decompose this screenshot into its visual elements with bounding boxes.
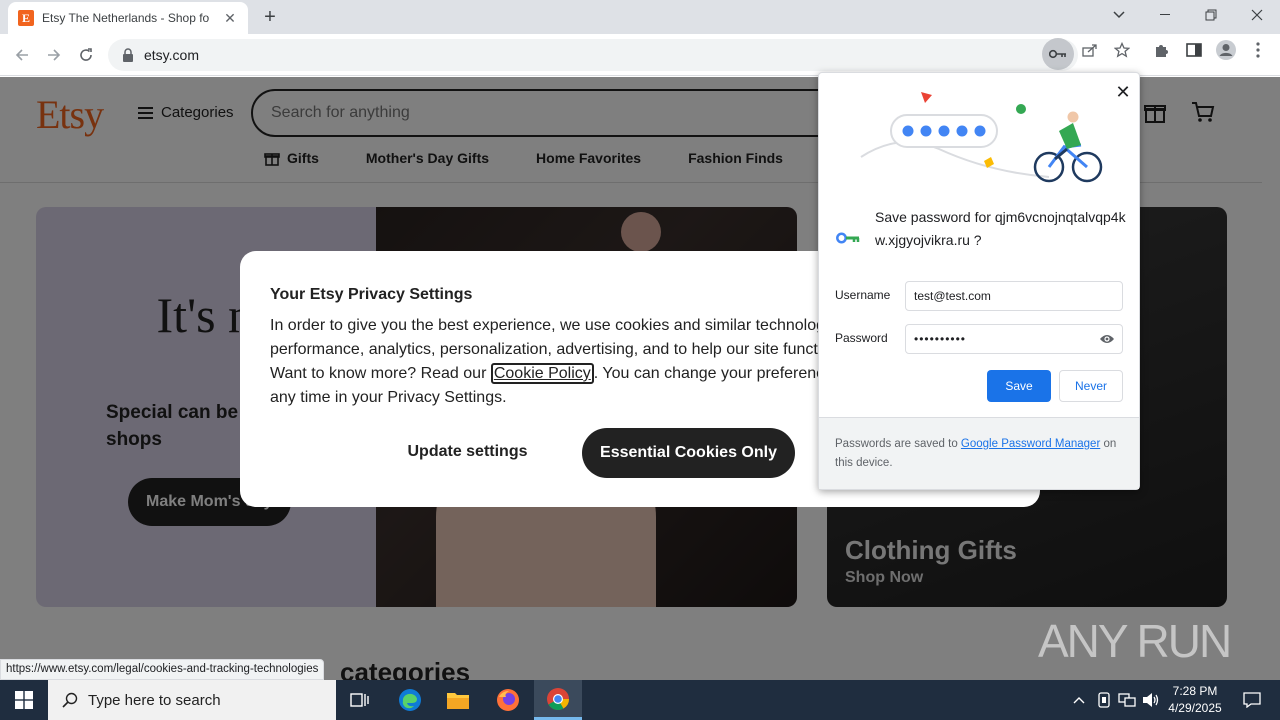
address-bar[interactable]: etsy.com (108, 39, 1078, 71)
chrome-taskbar-icon[interactable] (534, 680, 582, 720)
firefox-icon[interactable] (484, 680, 532, 720)
google-password-manager-link[interactable]: Google Password Manager (961, 438, 1100, 450)
url-text: etsy.com (144, 47, 199, 63)
file-explorer-icon[interactable] (434, 680, 482, 720)
volume-icon[interactable] (1140, 680, 1162, 720)
windows-start-icon[interactable] (0, 680, 48, 720)
username-value: test@test.com (914, 289, 991, 303)
extensions-puzzle-icon[interactable] (1150, 38, 1174, 62)
cookie-policy-link[interactable]: Cookie Policy (490, 363, 594, 384)
update-settings-button[interactable]: Update settings (380, 428, 555, 476)
password-illustration-icon (860, 92, 1103, 183)
taskbar-clock[interactable]: 7:28 PM 4/29/2025 (1162, 683, 1228, 717)
tray-device-icon[interactable] (1094, 680, 1114, 720)
clock-date: 4/29/2025 (1168, 701, 1222, 715)
tab-etsy[interactable]: E Etsy The Netherlands - Shop for handma… (8, 2, 248, 34)
password-field[interactable]: •••••••••• (905, 324, 1123, 354)
anyrun-watermark: ANY RUN (1038, 608, 1238, 674)
network-icon[interactable] (1116, 680, 1138, 720)
side-panel-icon[interactable] (1182, 38, 1206, 62)
footer-text: Passwords are saved to (835, 438, 961, 450)
close-window-button[interactable] (1234, 0, 1280, 30)
username-field[interactable]: test@test.com (905, 281, 1123, 311)
share-icon[interactable] (1078, 38, 1102, 62)
save-password-heading: Save password for qjm6vcnojnqtalvqp4kw.x… (875, 209, 1126, 248)
never-save-button[interactable]: Never (1059, 370, 1123, 402)
taskbar-search-placeholder: Type here to search (88, 691, 221, 709)
username-label: Username (835, 288, 891, 302)
clock-time: 7:28 PM (1172, 684, 1218, 698)
show-password-eye-icon[interactable] (1099, 332, 1115, 346)
minimize-button[interactable] (1142, 0, 1188, 30)
windows-taskbar: Type here to search 7:28 PM 4/29/2025 (0, 680, 1280, 720)
privacy-body: In order to give you the best experience… (270, 314, 870, 410)
password-key-icon[interactable] (1042, 38, 1074, 70)
new-tab-button[interactable]: + (260, 6, 280, 28)
taskbar-search-input[interactable]: Type here to search (48, 680, 336, 720)
password-bubble-footer: Passwords are saved to Google Password M… (819, 417, 1139, 489)
tab-search-icon[interactable] (1096, 0, 1142, 30)
notification-center-icon[interactable] (1232, 680, 1272, 720)
restore-button[interactable] (1188, 0, 1234, 30)
save-password-button[interactable]: Save (987, 370, 1051, 402)
back-arrow-icon[interactable] (10, 43, 34, 67)
task-view-icon[interactable] (336, 680, 384, 720)
tab-strip: E Etsy The Netherlands - Shop for handma… (0, 0, 1280, 34)
close-tab-icon[interactable]: ✕ (222, 10, 238, 27)
etsy-favicon-icon: E (18, 10, 34, 26)
status-bar-url: https://www.etsy.com/legal/cookies-and-t… (0, 659, 325, 680)
profile-avatar-icon[interactable] (1214, 38, 1238, 62)
chrome-menu-icon[interactable] (1246, 38, 1270, 62)
tab-title: Etsy The Netherlands - Shop for handmade… (42, 11, 210, 25)
forward-arrow-icon[interactable] (42, 43, 66, 67)
search-icon (62, 692, 78, 708)
reload-icon[interactable] (74, 43, 98, 67)
lock-icon[interactable] (122, 48, 134, 62)
password-value: •••••••••• (914, 332, 967, 346)
save-password-bubble: ✕ Save password for qjm6vcnojnqtalvqp4kw… (818, 72, 1140, 490)
key-icon (836, 232, 860, 244)
privacy-title: Your Etsy Privacy Settings (270, 286, 473, 303)
password-label: Password (835, 331, 888, 345)
watermark-text: ANY RUN (1038, 615, 1232, 667)
close-icon[interactable]: ✕ (1112, 81, 1134, 103)
edge-browser-icon[interactable] (386, 680, 434, 720)
tray-chevron-up-icon[interactable] (1068, 680, 1090, 720)
essential-cookies-button[interactable]: Essential Cookies Only (582, 428, 795, 478)
bookmark-star-icon[interactable] (1110, 38, 1134, 62)
browser-toolbar: etsy.com (0, 34, 1280, 76)
